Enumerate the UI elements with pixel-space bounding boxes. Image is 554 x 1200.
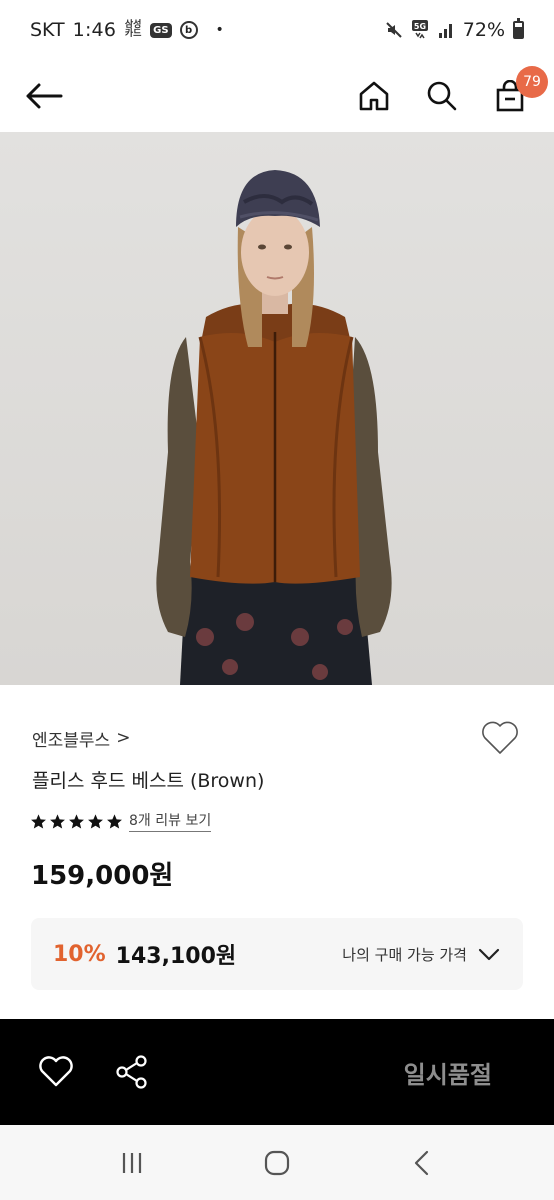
- battery-fill: [515, 26, 522, 37]
- network-label: 5G: [414, 22, 426, 31]
- brand-row: 엔조블루스 >: [32, 718, 522, 758]
- discount-rate: 10%: [53, 941, 106, 967]
- star-icon: [31, 813, 46, 829]
- arrow-left-icon: [26, 83, 63, 109]
- discount-price: 143,100원: [115, 944, 237, 969]
- b-app-icon: b: [179, 21, 198, 39]
- recents-button[interactable]: [102, 1138, 162, 1188]
- review-link[interactable]: 8개 리뷰 보기: [129, 810, 212, 832]
- search-button[interactable]: [420, 74, 464, 118]
- gs-icon: GS: [150, 22, 172, 38]
- home-icon: [359, 81, 389, 111]
- network-5g-icon: 5G: [411, 19, 429, 41]
- status-bar: SKT 1:46 삼성 카드 GS b • 5G 72%: [0, 0, 554, 60]
- status-left: SKT 1:46 삼성 카드 GS b •: [30, 19, 224, 41]
- battery-icon: [513, 18, 524, 39]
- discount-box: 10% 143,100원 나의 구매 가능 가격: [31, 918, 523, 990]
- mute-icon: [385, 21, 403, 39]
- signal-icon: [437, 21, 455, 39]
- cart-button[interactable]: 79: [488, 66, 548, 118]
- back-button[interactable]: [22, 74, 66, 118]
- carrier-label: SKT: [30, 19, 65, 41]
- wishlist-button[interactable]: [478, 718, 522, 758]
- header-actions: 79: [352, 66, 548, 118]
- chevron-down-icon: [478, 948, 500, 961]
- battery-percent: 72%: [462, 19, 505, 41]
- rating-stars: [30, 813, 123, 830]
- price-toggle-button[interactable]: 나의 구매 가능 가격: [342, 944, 501, 965]
- system-back-button[interactable]: [392, 1138, 452, 1188]
- system-nav-bar: [0, 1125, 554, 1200]
- star-icon: [107, 813, 122, 829]
- status-right: 5G 72%: [385, 18, 524, 41]
- samsung-card-icon: 삼성 카드: [124, 20, 142, 39]
- star-icon: [88, 813, 103, 829]
- share-icon: [116, 1055, 147, 1089]
- heart-icon: [482, 721, 518, 754]
- product-photo: [0, 132, 554, 685]
- star-icon: [50, 813, 65, 829]
- app-header: 79: [0, 60, 554, 132]
- brand-name: 엔조블루스: [32, 730, 111, 751]
- product-price: 159,000원: [31, 861, 174, 891]
- search-icon: [427, 81, 457, 111]
- home-button[interactable]: [352, 74, 396, 118]
- chevron-left-icon: [414, 1150, 428, 1175]
- system-home-button[interactable]: [247, 1138, 307, 1188]
- brand-link[interactable]: 엔조블루스 >: [32, 726, 130, 751]
- star-icon: [69, 813, 84, 829]
- clock: 1:46: [72, 19, 117, 41]
- notification-dot-icon: •: [215, 22, 224, 38]
- recents-icon: [123, 1152, 142, 1173]
- product-name: 플리스 후드 베스트 (Brown): [32, 770, 265, 792]
- heart-icon: [39, 1056, 73, 1087]
- action-wishlist-button[interactable]: [36, 1052, 76, 1092]
- soldout-button[interactable]: 일시품절: [404, 1055, 492, 1090]
- cart-count-badge: 79: [516, 66, 548, 98]
- rating-row: 8개 리뷰 보기: [30, 810, 212, 832]
- share-button[interactable]: [112, 1052, 152, 1092]
- chevron-right-icon: >: [116, 728, 131, 748]
- action-bar: 일시품절: [0, 1019, 554, 1125]
- home-circle-icon: [264, 1150, 290, 1175]
- price-toggle-label: 나의 구매 가능 가격: [342, 945, 467, 964]
- product-image[interactable]: [0, 132, 554, 685]
